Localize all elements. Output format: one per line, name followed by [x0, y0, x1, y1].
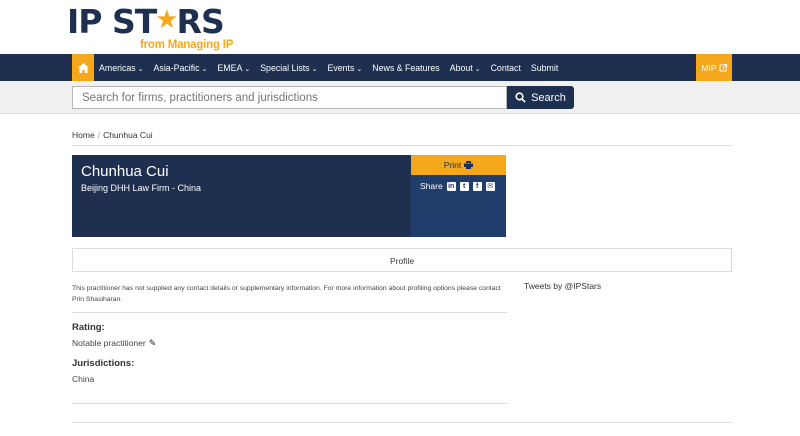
search-button-label: Search [531, 91, 566, 104]
print-icon [464, 161, 474, 169]
logo-subtitle: from Managing IP [140, 39, 234, 51]
mip-label: MIP [701, 62, 717, 73]
share-row: Share in t f ✉ [420, 181, 495, 191]
practitioner-name: Chunhua Cui [81, 163, 169, 180]
breadcrumb-separator: / [97, 130, 101, 140]
logo-text-left: IP ST [67, 2, 157, 41]
divider [72, 312, 507, 313]
print-label: Print [443, 160, 462, 170]
chevron-down-icon: ⌄ [474, 65, 481, 73]
logo-text-right: RS [176, 2, 225, 41]
nav-item-contact[interactable]: Contact [491, 63, 521, 73]
facebook-icon[interactable]: f [472, 181, 482, 191]
tab-divider [72, 271, 732, 272]
nav-item-submit[interactable]: Submit [531, 63, 558, 73]
profile-actions: Print Share in t f ✉ [411, 155, 506, 237]
jurisdictions-label: Jurisdictions: [72, 358, 135, 369]
mip-link[interactable]: MIP [696, 54, 732, 81]
chevron-down-icon: ⌄ [244, 65, 251, 73]
star-icon: ★ [155, 5, 178, 35]
profile-info-text: This practitioner has not supplied any c… [72, 285, 501, 303]
pencil-icon: ✎ [148, 338, 157, 348]
divider [72, 403, 507, 404]
share-label: Share [420, 181, 443, 191]
breadcrumb-current: Chunhua Cui [103, 130, 153, 140]
nav-item-emea[interactable]: EMEA ⌄ [217, 63, 250, 73]
chevron-down-icon: ⌄ [311, 65, 318, 73]
nav-item-asia-pacific[interactable]: Asia-Pacific ⌄ [154, 63, 208, 73]
email-icon[interactable]: ✉ [485, 181, 495, 191]
print-button[interactable]: Print [411, 155, 506, 175]
search-input[interactable] [72, 86, 507, 109]
rating-value: Notable practitioner [72, 338, 146, 348]
jurisdictions-value: China [72, 374, 95, 384]
nav-item-events[interactable]: Events ⌄ [327, 63, 362, 73]
tab-profile-label: Profile [389, 255, 415, 266]
twitter-icon[interactable]: t [459, 181, 469, 191]
divider [72, 422, 732, 423]
chevron-down-icon: ⌄ [137, 65, 144, 73]
external-link-icon [719, 63, 727, 71]
tab-profile[interactable]: Profile [72, 248, 732, 272]
breadcrumb-home[interactable]: Home [72, 130, 95, 140]
nav-item-news-features[interactable]: News & Features [372, 63, 439, 73]
rating-label: Rating: [72, 322, 105, 333]
search-icon [515, 92, 526, 103]
main-navbar: Americas ⌄ Asia-Pacific ⌄ EMEA ⌄ Special Li… [0, 54, 800, 81]
home-icon[interactable] [72, 54, 94, 81]
tweets-heading[interactable]: Tweets by @IPStars [524, 281, 601, 291]
nav-items: Americas ⌄ Asia-Pacific ⌄ EMEA ⌄ Special Li… [99, 54, 568, 81]
rating-value-row: Notable practitioner ✎ [72, 338, 156, 349]
breadcrumb: Home / Chunhua Cui [72, 130, 153, 140]
search-bar: Search [0, 81, 800, 114]
header-logo-area: IP ST ★ RS from Managing IP [0, 0, 800, 54]
nav-item-americas[interactable]: Americas ⌄ [99, 63, 144, 73]
chevron-down-icon: ⌄ [356, 65, 363, 73]
nav-item-about[interactable]: About ⌄ [450, 63, 481, 73]
profile-header: Chunhua Cui Beijing DHH Law Firm - China [72, 155, 411, 237]
nav-item-special-lists[interactable]: Special Lists ⌄ [260, 63, 317, 73]
search-button[interactable]: Search [507, 86, 574, 109]
practitioner-firm[interactable]: Beijing DHH Law Firm - China [81, 183, 201, 193]
divider [72, 145, 732, 146]
ip-stars-logo[interactable]: IP ST ★ RS from Managing IP [67, 2, 233, 52]
linkedin-icon[interactable]: in [446, 181, 456, 191]
chevron-down-icon: ⌄ [201, 65, 208, 73]
